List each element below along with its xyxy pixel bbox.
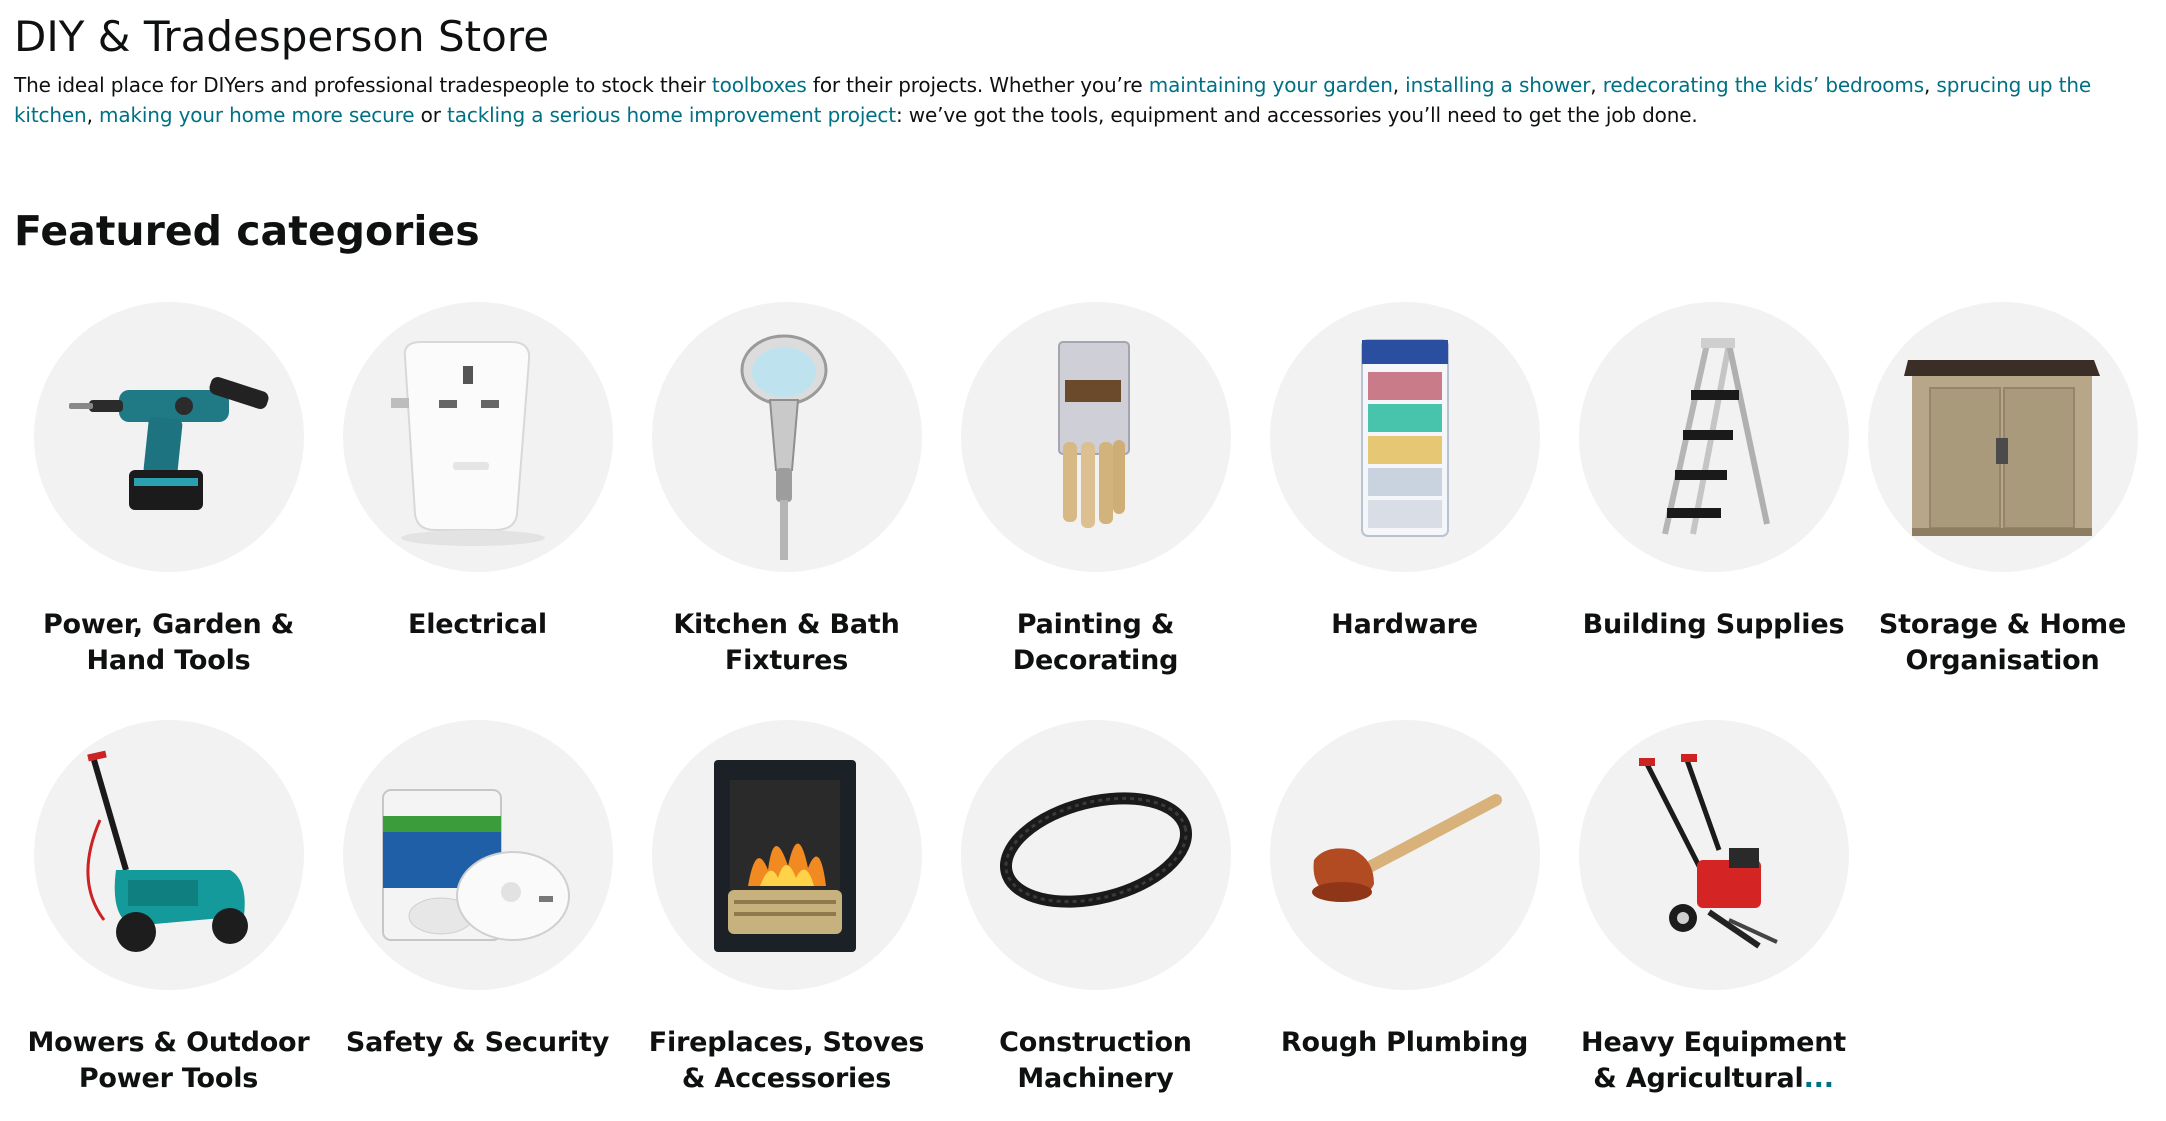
shower-head-icon: [740, 334, 828, 560]
co-alarm-icon: [382, 789, 570, 941]
storage-shed-icon: [1904, 360, 2100, 536]
link-maintaining-garden[interactable]: maintaining your garden: [1149, 73, 1393, 97]
smart-plug-icon: [391, 341, 545, 546]
intro-text: ,: [1392, 73, 1406, 97]
intro-text: ,: [1590, 73, 1603, 97]
power-drill-icon: [69, 376, 269, 510]
paint-brushes-icon: [1058, 341, 1130, 528]
intro-text: ,: [1924, 73, 1937, 97]
category-label: Rough Plumbing: [1280, 1027, 1529, 1058]
plunger-icon: [1312, 794, 1502, 902]
category-label: Safety & Security: [345, 1027, 610, 1058]
lawn-mower-icon: [86, 750, 248, 952]
category-image[interactable]: [652, 720, 922, 990]
category-label: Electrical: [408, 609, 547, 640]
link-home-secure[interactable]: making your home more secure: [99, 103, 415, 127]
category-image[interactable]: [1579, 302, 1849, 572]
link-toolboxes[interactable]: toolboxes: [712, 73, 807, 97]
category-label: Construction Machinery: [999, 1027, 1192, 1094]
category-hardware[interactable]: Hardware: [1250, 300, 1559, 700]
intro-text: ,: [86, 103, 100, 127]
category-image[interactable]: [1270, 720, 1540, 990]
category-label: Hardware: [1331, 609, 1478, 640]
category-building-supplies[interactable]: Building Supplies: [1559, 300, 1868, 700]
link-installing-shower[interactable]: installing a shower: [1405, 73, 1590, 97]
link-home-improvement[interactable]: tackling a serious home improvement proj…: [447, 103, 896, 127]
intro-text: for their projects. Whether you’re: [806, 73, 1149, 97]
category-image[interactable]: [1579, 720, 1849, 990]
category-kitchen-bath-fixtures[interactable]: Kitchen & Bath Fixtures: [632, 300, 941, 700]
link-redecorating-bedrooms[interactable]: redecorating the kids’ bedrooms: [1603, 73, 1924, 97]
category-label: Painting & Decorating: [1012, 609, 1179, 676]
category-image[interactable]: [1868, 302, 2138, 572]
category-heavy-equipment-agricultural[interactable]: Heavy Equipment & Agricultural...: [1559, 718, 1868, 1118]
category-image[interactable]: [343, 302, 613, 572]
category-image[interactable]: [961, 302, 1231, 572]
category-image[interactable]: [1270, 302, 1540, 572]
category-label: Power, Garden & Hand Tools: [42, 609, 295, 676]
category-painting-decorating[interactable]: Painting & Decorating: [941, 300, 1250, 700]
diy-store-page: DIY & Tradesperson Store The ideal place…: [0, 0, 2166, 1121]
category-label: Fireplaces, Stoves & Accessories: [648, 1027, 925, 1094]
tiller-icon: [1639, 754, 1778, 949]
category-electrical[interactable]: Electrical: [323, 300, 632, 700]
intro-text: The ideal place for DIYers and professio…: [14, 73, 712, 97]
category-label: Storage & Home Organisation: [1878, 609, 2127, 676]
intro-text: : we’ve got the tools, equipment and acc…: [895, 103, 1698, 127]
drive-belt-icon: [999, 792, 1193, 908]
category-label: Mowers & Outdoor Power Tools: [27, 1027, 310, 1094]
category-storage-home-organisation[interactable]: Storage & Home Organisation: [1848, 300, 2157, 700]
category-label: Building Supplies: [1582, 609, 1845, 640]
screw-assortment-icon: [1361, 339, 1449, 537]
intro-text: or: [414, 103, 448, 127]
category-image[interactable]: [343, 720, 613, 990]
category-image[interactable]: [961, 720, 1231, 990]
category-image[interactable]: [34, 720, 304, 990]
category-construction-machinery[interactable]: Construction Machinery: [941, 718, 1250, 1118]
category-mowers-outdoor-power-tools[interactable]: Mowers & Outdoor Power Tools: [14, 718, 323, 1118]
category-power-garden-hand-tools[interactable]: Power, Garden & Hand Tools: [14, 300, 323, 700]
category-safety-security[interactable]: Safety & Security: [323, 718, 632, 1118]
featured-categories-heading: Featured categories: [14, 207, 480, 255]
category-image[interactable]: [34, 302, 304, 572]
category-image[interactable]: [652, 302, 922, 572]
category-label: Heavy Equipment & Agricultural...: [1581, 1027, 1846, 1094]
electric-fire-icon: [714, 760, 856, 952]
intro-paragraph: The ideal place for DIYers and professio…: [14, 70, 2164, 130]
page-title: DIY & Tradesperson Store: [14, 12, 550, 61]
step-ladder-icon: [1662, 338, 1770, 535]
category-fireplaces-stoves-accessories[interactable]: Fireplaces, Stoves & Accessories: [632, 718, 941, 1118]
category-label: Kitchen & Bath Fixtures: [673, 609, 900, 676]
category-rough-plumbing[interactable]: Rough Plumbing: [1250, 718, 1559, 1118]
category-grid: Power, Garden & Hand Tools Electrical Ki…: [0, 300, 2166, 1121]
